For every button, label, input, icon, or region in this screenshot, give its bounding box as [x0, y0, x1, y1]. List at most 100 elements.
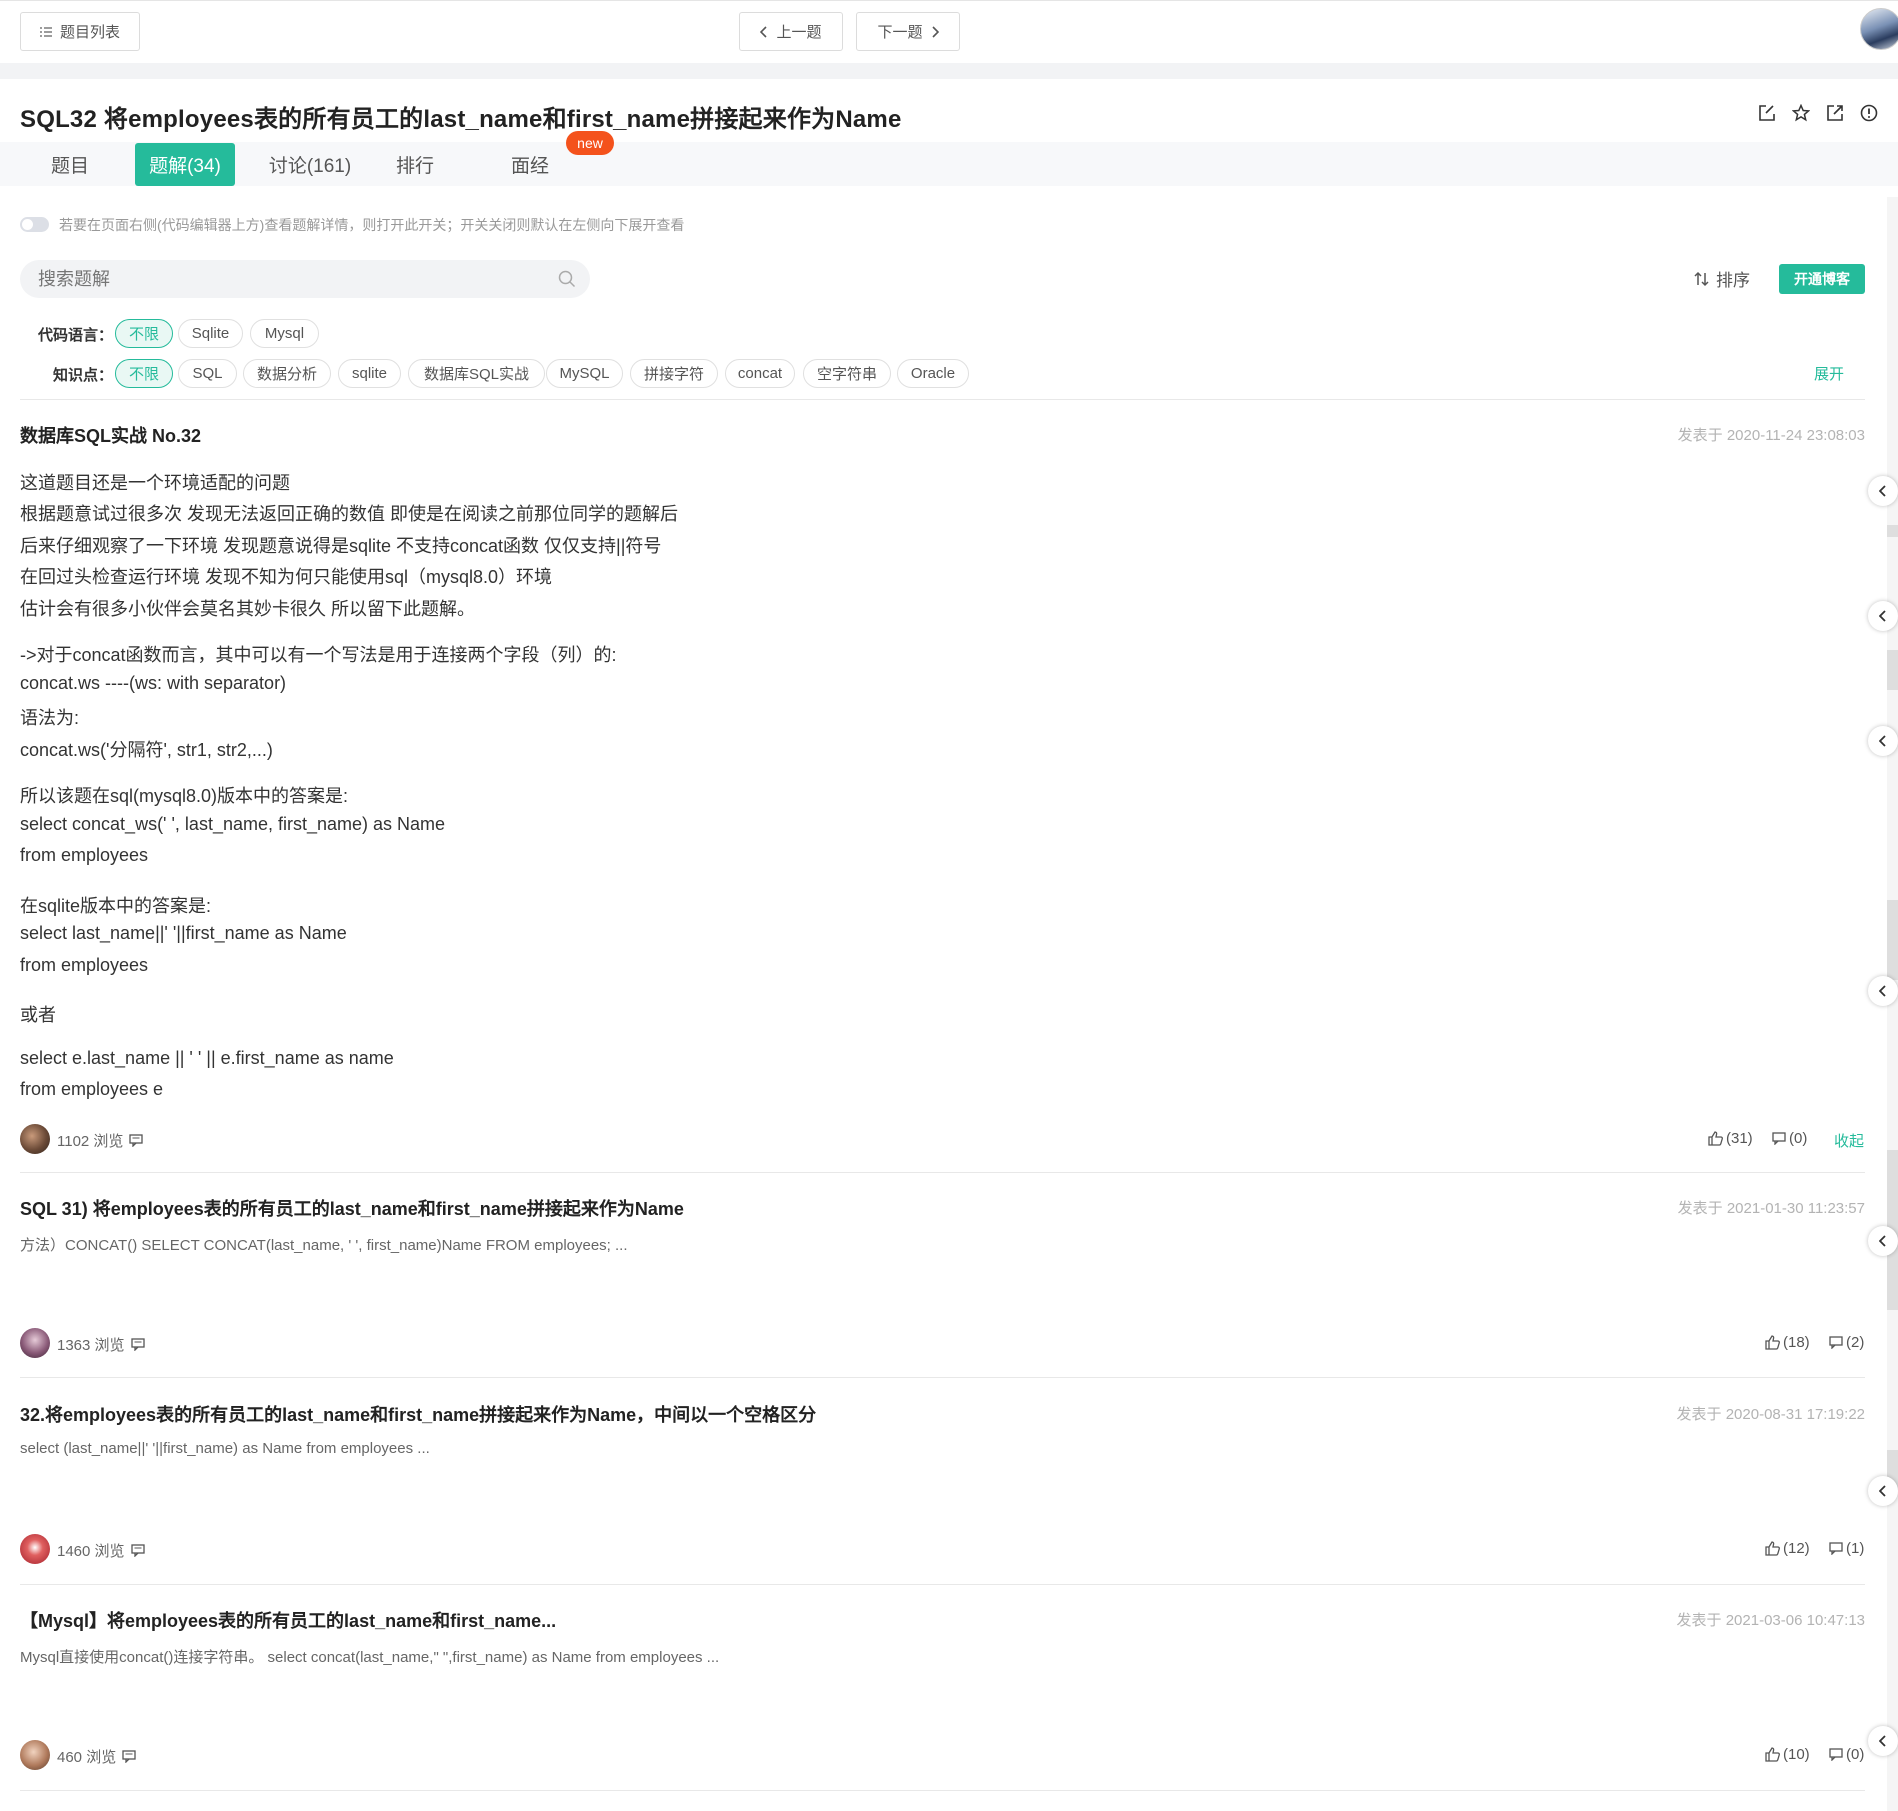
post-title[interactable]: 32.将employees表的所有员工的last_name和first_name…: [20, 1401, 816, 1427]
author-avatar[interactable]: [20, 1740, 50, 1770]
like-button[interactable]: (12): [1765, 1540, 1810, 1557]
side-expand-button[interactable]: [1868, 1726, 1898, 1756]
tab-problem[interactable]: 题目: [35, 143, 105, 186]
comment-button[interactable]: (2): [1829, 1334, 1864, 1351]
like-button[interactable]: (31): [1708, 1130, 1753, 1147]
post-line: concat.ws('分隔符', str1, str2,...): [20, 740, 273, 760]
comment-button[interactable]: (0): [1772, 1130, 1807, 1147]
new-badge: new: [566, 131, 614, 155]
prev-problem-button[interactable]: 上一题: [739, 12, 843, 51]
post-title[interactable]: 数据库SQL实战 No.32: [20, 422, 201, 448]
report-icon[interactable]: [1860, 104, 1878, 122]
collapse-link[interactable]: 收起: [1834, 1130, 1864, 1151]
problem-list-button[interactable]: 题目列表: [20, 12, 140, 51]
comment-count: (2): [1846, 1334, 1865, 1351]
post-line: 在sqlite版本中的答案是:: [20, 896, 212, 916]
tab-solutions[interactable]: 题解(34): [135, 143, 235, 186]
like-button[interactable]: (10): [1765, 1746, 1810, 1763]
post-line: select concat_ws(' ', last_name, first_n…: [20, 814, 446, 834]
side-expand-button[interactable]: [1868, 476, 1898, 506]
open-blog-button[interactable]: 开通博客: [1779, 264, 1865, 294]
share-icon[interactable]: [1826, 104, 1844, 122]
solution-search-input[interactable]: [20, 260, 590, 298]
topic-chip[interactable]: concat: [725, 359, 795, 388]
view-mode-toggle[interactable]: [20, 217, 49, 232]
topic-chip[interactable]: 拼接字符: [630, 359, 718, 388]
scrollbar-thumb[interactable]: [1887, 525, 1898, 537]
next-problem-button[interactable]: 下一题: [856, 12, 960, 51]
author-avatar[interactable]: [20, 1534, 50, 1564]
sort-icon: [1694, 271, 1709, 286]
sort-label: 排序: [1716, 271, 1750, 290]
topic-chip[interactable]: SQL: [178, 359, 237, 388]
topic-chip[interactable]: 数据库SQL实战: [408, 359, 545, 388]
expand-filters-link[interactable]: 展开: [1814, 363, 1844, 384]
author-avatar[interactable]: [20, 1328, 50, 1358]
side-expand-button[interactable]: [1868, 726, 1898, 756]
author-avatar[interactable]: [20, 1124, 50, 1154]
side-expand-button[interactable]: [1868, 1226, 1898, 1256]
post-line: from employees: [20, 955, 149, 975]
edit-icon[interactable]: [1758, 104, 1776, 122]
post-line: 或者: [20, 1005, 56, 1025]
comment-count: (0): [1846, 1746, 1865, 1763]
thumbs-up-icon: [1765, 1541, 1780, 1556]
problem-list-label: 题目列表: [59, 24, 120, 41]
comment-badge-icon: [122, 1750, 136, 1763]
side-expand-button[interactable]: [1868, 1476, 1898, 1506]
view-count-label: 1363 浏览: [57, 1337, 125, 1354]
comment-badge-icon: [129, 1134, 144, 1147]
tab-interview[interactable]: 面经: [495, 143, 565, 186]
topic-chip[interactable]: sqlite: [338, 359, 401, 388]
like-count: (12): [1783, 1540, 1810, 1557]
comment-button[interactable]: (1): [1829, 1540, 1864, 1557]
tab-discussion[interactable]: 讨论(161): [255, 143, 365, 186]
post-line: select e.last_name || ' ' || e.first_nam…: [20, 1048, 394, 1068]
top-bar-separator: [0, 63, 1898, 79]
sort-button[interactable]: 排序: [1694, 266, 1750, 291]
language-chip[interactable]: Sqlite: [178, 319, 243, 348]
topic-chip[interactable]: Oracle: [897, 359, 969, 388]
topic-chip[interactable]: 不限: [115, 359, 173, 388]
post-title[interactable]: 【Mysql】将employees表的所有员工的last_name和first_…: [20, 1607, 556, 1633]
topic-chip[interactable]: 空字符串: [803, 359, 891, 388]
post-date: 发表于 2020-08-31 17:19:22: [1676, 1406, 1865, 1423]
like-button[interactable]: (18): [1765, 1334, 1810, 1351]
chevron-left-icon: [1879, 735, 1886, 747]
language-chip[interactable]: 不限: [115, 319, 173, 348]
post-line: 语法为:: [20, 708, 80, 728]
divider: [20, 399, 1865, 400]
search-icon[interactable]: [558, 270, 576, 288]
language-chip[interactable]: Mysql: [250, 319, 319, 348]
topic-filter-label: 知识点：: [53, 367, 114, 384]
chevron-left-icon: [1879, 985, 1886, 997]
post-line: 估计会有很多小伙伴会莫名其妙卡很久 所以留下此题解。: [20, 599, 475, 619]
post-title[interactable]: SQL 31) 将employees表的所有员工的last_name和first…: [20, 1195, 684, 1221]
user-avatar[interactable]: [1860, 8, 1898, 50]
star-icon[interactable]: [1791, 103, 1811, 122]
post-date: 发表于 2021-03-06 10:47:13: [1676, 1612, 1865, 1629]
comment-icon: [1829, 1748, 1843, 1761]
problem-actions: [1758, 103, 1878, 122]
topic-chip[interactable]: MySQL: [546, 359, 623, 388]
chevron-left-icon: [1879, 1235, 1886, 1247]
post-line: 在回过头检查运行环境 发现不知为何只能使用sql（mysql8.0）环境: [20, 567, 553, 587]
view-count: 1363 浏览: [57, 1334, 145, 1355]
view-count: 1460 浏览: [57, 1540, 145, 1561]
comment-icon: [1772, 1132, 1786, 1145]
prev-problem-label: 上一题: [776, 24, 822, 41]
scrollbar-thumb[interactable]: [1887, 650, 1898, 690]
tab-ranking[interactable]: 排行: [380, 143, 450, 186]
comment-button[interactable]: (0): [1829, 1746, 1864, 1763]
side-expand-button[interactable]: [1868, 601, 1898, 631]
like-count: (18): [1783, 1334, 1810, 1351]
side-expand-button[interactable]: [1868, 976, 1898, 1006]
view-count-label: 1102 浏览: [57, 1133, 124, 1150]
topic-chip[interactable]: 数据分析: [243, 359, 331, 388]
post-date: 发表于 2020-11-24 23:08:03: [1677, 427, 1865, 444]
comment-icon: [1829, 1336, 1843, 1349]
post-line: concat.ws ----(ws: with separator): [20, 673, 287, 693]
divider: [20, 1790, 1865, 1791]
scrollbar-thumb[interactable]: [1887, 900, 1898, 980]
problem-title: SQL32 将employees表的所有员工的last_name和first_n…: [20, 106, 902, 133]
